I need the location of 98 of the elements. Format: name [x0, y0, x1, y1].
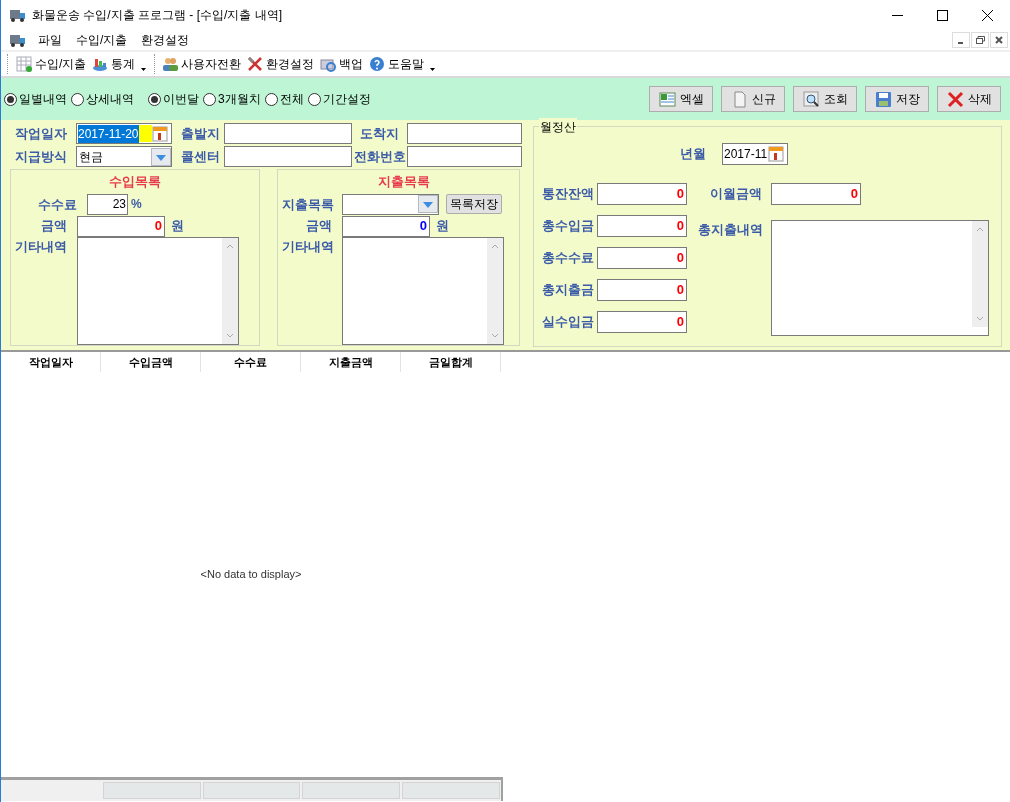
memo-field[interactable] — [342, 237, 504, 345]
minimize-icon — [952, 32, 970, 48]
column-header[interactable]: 지출금액 — [301, 352, 401, 372]
toolbar-button[interactable]: 백업 — [317, 53, 367, 75]
toolbar-button[interactable]: 통계 — [89, 53, 152, 75]
field-label: 총지출내역 — [698, 221, 764, 239]
action-button[interactable]: 조회 — [793, 86, 857, 112]
empty-message: <No data to display> — [200, 567, 302, 583]
field-label: 기타내역 — [281, 238, 335, 256]
save-icon — [874, 90, 892, 108]
field-label: 콜센터 — [180, 147, 221, 166]
group-title: 월정산 — [539, 118, 577, 136]
dropdown-arrow-icon — [141, 67, 147, 71]
field-label: 지급방식 — [14, 147, 68, 166]
field-label: 금액 — [40, 217, 68, 236]
backup-icon — [320, 56, 337, 72]
amount-field[interactable]: 0 — [771, 183, 861, 205]
field-label: 지출목록 — [281, 195, 335, 214]
radio-button[interactable]: 일별내역 — [4, 90, 67, 108]
field-label: 작업일자 — [14, 124, 68, 143]
radio-button[interactable]: 상세내역 — [71, 90, 134, 108]
unit-label: 원 — [436, 217, 449, 236]
calendar-icon — [152, 124, 170, 143]
calendar-icon — [768, 145, 786, 163]
memo-field[interactable] — [77, 237, 239, 345]
amount-field[interactable]: 0 — [77, 215, 165, 237]
radio-button[interactable]: 이번달 — [148, 90, 199, 108]
action-button[interactable]: 저장 — [865, 86, 929, 112]
column-header[interactable]: 금일합계 — [401, 352, 501, 372]
toolbar-button[interactable]: 수입/지출 — [13, 53, 90, 75]
amount-field[interactable]: 0 — [597, 279, 687, 301]
action-button[interactable]: 신규 — [721, 86, 785, 112]
close-icon — [990, 32, 1008, 48]
month-field[interactable]: 2017-11 — [722, 143, 788, 165]
text-field[interactable] — [407, 123, 522, 144]
panel-title: 지출목록 — [377, 173, 430, 191]
dropdown-field[interactable] — [342, 193, 439, 215]
field-label: 금액 — [305, 217, 333, 236]
truck-icon — [9, 32, 26, 48]
column-header[interactable]: 수입금액 — [101, 352, 201, 372]
radio-button[interactable]: 3개월치 — [203, 90, 261, 108]
grid-icon — [16, 56, 32, 72]
text-field[interactable] — [407, 146, 522, 167]
amount-field[interactable]: 0 — [597, 215, 687, 237]
column-header[interactable]: 작업일자 — [1, 352, 101, 372]
field-label: 기타내역 — [14, 238, 68, 256]
field-label: 실수입금 — [542, 313, 595, 332]
number-field[interactable]: 23 — [87, 193, 128, 215]
field-label: 통잔잔액 — [542, 185, 595, 204]
field-label: 총수입금 — [542, 217, 595, 236]
action-button[interactable]: 엑셀 — [649, 86, 713, 112]
field-label: 총지출금 — [542, 281, 595, 300]
field-label: 총수수료 — [542, 249, 595, 268]
field-label: 전화번호 — [353, 147, 407, 166]
radio-button[interactable]: 전체 — [264, 90, 304, 108]
scrollbar-icon — [222, 238, 238, 344]
scrollbar-icon — [487, 238, 503, 344]
truck-icon — [9, 7, 26, 23]
menu-item[interactable]: 파일 — [32, 31, 68, 49]
field-label: 수수료 — [37, 195, 78, 214]
amount-field[interactable]: 0 — [342, 215, 430, 237]
amount-field[interactable]: 0 — [597, 247, 687, 269]
amount-field[interactable]: 0 — [597, 311, 687, 333]
search-icon — [802, 90, 820, 108]
dropdown-arrow-icon — [430, 67, 436, 71]
field-label: 이월금액 — [709, 185, 763, 204]
chart-icon — [92, 56, 109, 72]
tools-icon — [247, 56, 264, 72]
menu-item[interactable]: 환경설정 — [135, 31, 196, 49]
restore-icon — [971, 32, 989, 48]
action-button[interactable]: 삭제 — [937, 86, 1001, 112]
delete-icon — [946, 90, 964, 108]
help-icon — [369, 56, 386, 72]
panel-title: 수입목록 — [109, 173, 161, 191]
unit-label: 원 — [171, 217, 184, 236]
memo-field[interactable] — [771, 220, 989, 336]
window-title: 화물운송 수입/지출 프로그램 - [수입/지출 내역] — [32, 7, 282, 24]
field-label: 출발지 — [180, 124, 221, 143]
toolbar-button[interactable]: 도움말 — [366, 53, 441, 75]
toolbar-button[interactable]: 사용자전환 — [159, 53, 245, 75]
dropdown-field[interactable]: 현금 — [76, 146, 172, 167]
column-header[interactable]: 수수료 — [201, 352, 301, 372]
scrollbar-icon — [972, 221, 988, 327]
maximize-icon — [937, 9, 948, 21]
users-icon — [162, 56, 179, 72]
toolbar-button[interactable]: 환경설정 — [244, 53, 318, 75]
radio-button[interactable]: 기간설정 — [307, 90, 371, 108]
menu-item[interactable]: 수입/지출 — [70, 31, 134, 49]
date-field[interactable]: 2017-11-20 — [76, 123, 172, 144]
field-label: 도착지 — [359, 124, 400, 143]
text-field[interactable] — [224, 123, 352, 144]
unit-label: % — [131, 196, 142, 214]
close-icon — [982, 9, 993, 21]
amount-field[interactable]: 0 — [597, 183, 687, 205]
excel-icon — [658, 90, 676, 108]
save-list-button[interactable]: 목록저장 — [446, 194, 502, 215]
text-field[interactable] — [224, 146, 352, 167]
field-label: 년월 — [680, 145, 707, 164]
